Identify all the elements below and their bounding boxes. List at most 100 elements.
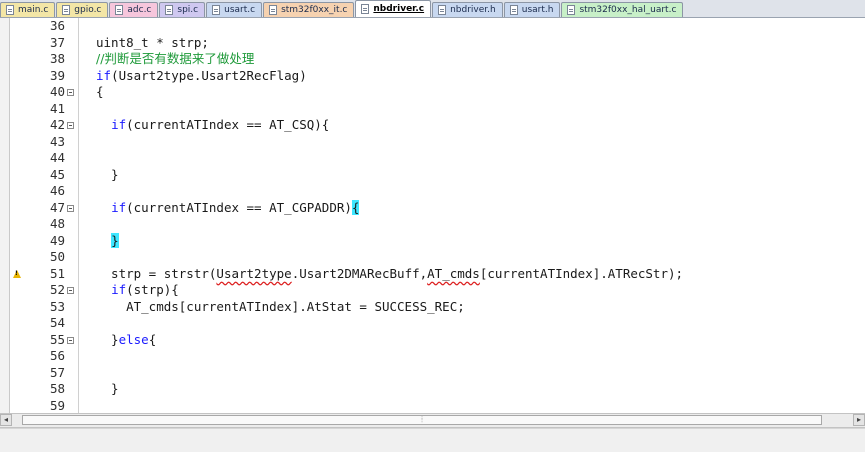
- code-text: {: [96, 84, 104, 101]
- line-number-gutter: 36 37 38 39 40 41 42 43 44 45 46 47 48 49 50 51 52 53 54 55…: [10, 18, 65, 413]
- tab-label: nbdriver.h: [450, 5, 496, 15]
- tab-stm32f0xx-it-c[interactable]: stm32f0xx_it.c: [263, 2, 355, 17]
- code-text: }: [96, 381, 119, 398]
- tab-stm32f0xx-hal-uart-c[interactable]: stm32f0xx_hal_uart.c: [561, 2, 684, 17]
- code-token: }: [96, 166, 119, 182]
- code-text: strp = strstr(Usart2type.Usart2DMARecBuf…: [96, 266, 683, 283]
- line-number: 52: [49, 282, 65, 297]
- tab-adc-c[interactable]: adc.c: [109, 2, 159, 17]
- line-number: 46: [49, 183, 65, 198]
- tab-label: usart.c: [224, 5, 256, 15]
- tab-main-c[interactable]: main.c: [0, 2, 56, 17]
- tab-label: usart.h: [521, 5, 554, 15]
- bottom-panel-area: [0, 428, 865, 452]
- file-icon: [361, 4, 370, 14]
- line-number: 55: [49, 331, 65, 347]
- line-number: 54: [49, 315, 65, 330]
- file-icon: [567, 5, 576, 15]
- line-number: 41: [49, 100, 65, 116]
- comment-token: //判断是否有数据来了做处理: [96, 51, 255, 66]
- fold-toggle-icon[interactable]: [67, 122, 74, 129]
- line-number: 39: [49, 67, 65, 83]
- code-editor[interactable]: 36 37 38 39 40 41 42 43 44 45 46 47 48 49 50 51 52 53 54 55…: [0, 18, 865, 413]
- line-number: 48: [49, 216, 65, 231]
- code-text: if(Usart2type.Usart2RecFlag): [96, 68, 307, 85]
- line-number: 49: [49, 232, 65, 248]
- error-token: AT_cmds: [427, 265, 480, 281]
- file-icon: [115, 5, 124, 15]
- code-token: strp = strstr(: [96, 265, 217, 281]
- line-number: 56: [49, 348, 65, 363]
- line-number: 47: [49, 199, 65, 215]
- tab-nbdriver-h[interactable]: nbdriver.h: [432, 2, 503, 17]
- tab-gpio-c[interactable]: gpio.c: [56, 2, 109, 17]
- fold-toggle-icon[interactable]: [67, 204, 74, 212]
- code-token: (strp){: [126, 282, 179, 297]
- tab-label: spi.c: [177, 5, 199, 15]
- code-area[interactable]: uint8_t * strp;//判断是否有数据来了做处理 if(Usart2ty…: [80, 18, 865, 413]
- code-token: }: [96, 381, 119, 396]
- code-text: if(currentATIndex == AT_CGPADDR){: [96, 199, 360, 217]
- file-icon: [6, 5, 14, 15]
- brace-highlight: {: [351, 199, 360, 215]
- file-icon: [212, 5, 221, 15]
- code-text: }else{: [96, 332, 156, 349]
- warning-icon[interactable]: [13, 269, 21, 278]
- line-number: 44: [49, 150, 65, 165]
- tab-usart-h[interactable]: usart.h: [503, 2, 561, 17]
- code-text: if(currentATIndex == AT_CSQ){: [96, 117, 329, 134]
- code-text: if(strp){: [96, 282, 179, 299]
- code-text: }: [96, 232, 119, 250]
- tab-label: stm32f0xx_it.c: [281, 5, 348, 15]
- keyword-token: if: [96, 67, 112, 83]
- line-number: 57: [49, 364, 65, 380]
- code-token: }: [96, 331, 119, 347]
- keyword-token: if: [111, 199, 127, 215]
- keyword-token: if: [111, 117, 127, 132]
- line-number: 45: [49, 166, 65, 182]
- tab-usart-c[interactable]: usart.c: [206, 2, 263, 17]
- fold-toggle-icon[interactable]: [67, 89, 74, 96]
- scroll-right-icon[interactable]: ▸: [853, 414, 865, 426]
- code-token: {: [148, 331, 157, 347]
- code-text: uint8_t * strp;: [96, 35, 209, 52]
- file-tab-bar: main.c gpio.c adc.c spi.c usart.c stm32f0xx_i…: [0, 0, 865, 18]
- tab-label: adc.c: [127, 5, 152, 15]
- tab-nbdriver-c[interactable]: nbdriver.c: [355, 0, 432, 17]
- keyword-token: if: [111, 282, 127, 297]
- code-token: AT_cmds[currentATIndex].AtStat = SUCCESS…: [96, 298, 465, 314]
- code-token: uint8_t * strp;: [96, 34, 209, 50]
- line-number: 42: [49, 117, 65, 132]
- line-number: 43: [49, 133, 65, 149]
- line-number: 36: [49, 18, 65, 33]
- file-icon: [165, 5, 174, 15]
- error-token: Usart2type: [216, 265, 292, 281]
- tab-label: nbdriver.c: [373, 4, 425, 14]
- file-icon: [438, 5, 447, 15]
- horizontal-scrollbar[interactable]: ◂ ⦙ ▸: [0, 413, 865, 428]
- brace-highlight: }: [111, 232, 119, 248]
- line-number: 53: [49, 298, 65, 314]
- file-icon: [509, 5, 518, 15]
- code-text: AT_cmds[currentATIndex].AtStat = SUCCESS…: [96, 299, 465, 316]
- code-token: (currentATIndex == AT_CSQ){: [126, 117, 330, 132]
- tab-label: main.c: [18, 5, 49, 15]
- line-number: 58: [49, 381, 65, 396]
- scrollbar-thumb[interactable]: ⦙: [22, 415, 822, 425]
- tab-spi-c[interactable]: spi.c: [159, 2, 206, 17]
- fold-toggle-icon[interactable]: [67, 336, 74, 344]
- marker-gutter: [0, 18, 10, 413]
- code-token: {: [96, 84, 104, 99]
- code-token: (Usart2type.Usart2RecFlag): [111, 67, 307, 83]
- fold-gutter: [65, 18, 79, 413]
- code-token: .Usart2DMARecBuff,: [291, 265, 428, 281]
- scroll-left-icon[interactable]: ◂: [0, 414, 12, 426]
- fold-toggle-icon[interactable]: [67, 287, 74, 294]
- file-icon: [62, 5, 71, 15]
- tab-label: stm32f0xx_hal_uart.c: [579, 5, 677, 15]
- code-token: (currentATIndex == AT_CGPADDR): [126, 199, 352, 215]
- code-text: //判断是否有数据来了做处理: [96, 51, 254, 68]
